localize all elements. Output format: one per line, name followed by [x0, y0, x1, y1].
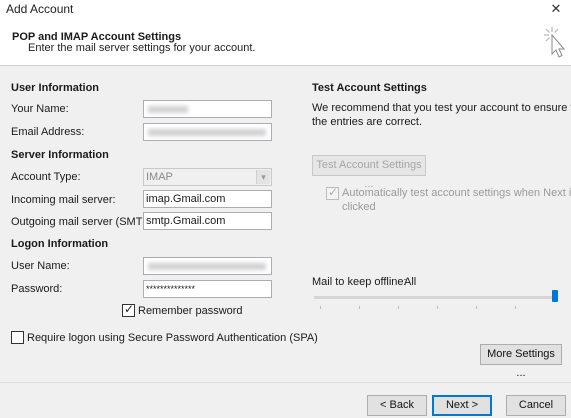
logon-info-title: Logon Information [11, 238, 109, 250]
slider-tick [359, 306, 360, 309]
footer-divider [0, 382, 571, 383]
spa-checkbox[interactable] [11, 331, 24, 344]
slider-tick [398, 306, 399, 309]
more-settings-button[interactable]: More Settings ... [480, 344, 562, 379]
offline-value: All [404, 276, 417, 288]
offline-slider-thumb[interactable] [552, 290, 558, 302]
auto-test-label-line2: clicked [342, 201, 376, 213]
slider-tick [476, 306, 477, 309]
offline-label: Mail to keep offline: [312, 276, 407, 288]
email-label: Email Address: [11, 126, 85, 138]
your-name-field[interactable] [143, 100, 272, 118]
auto-test-checkbox[interactable] [326, 185, 339, 200]
username-field[interactable] [143, 257, 272, 275]
test-settings-title: Test Account Settings [312, 82, 427, 94]
back-button[interactable]: < Back [367, 395, 427, 416]
remember-password-checkbox[interactable] [122, 302, 135, 317]
wizard-header: POP and IMAP Account Settings Enter the … [0, 19, 571, 66]
slider-tick [437, 306, 438, 309]
page-subtitle: Enter the mail server settings for your … [28, 42, 256, 54]
password-label: Password: [11, 283, 63, 295]
close-icon[interactable]: ✕ [549, 0, 563, 18]
outgoing-server-label: Outgoing mail server (SMTP): [11, 216, 157, 228]
slider-tick [320, 306, 321, 309]
spa-label[interactable]: Require logon using Secure Password Auth… [27, 332, 318, 344]
account-type-value: IMAP [146, 171, 173, 183]
password-field[interactable]: ************** [143, 280, 272, 298]
account-type-select[interactable]: IMAP ▾ [143, 168, 272, 186]
next-button[interactable]: Next > [432, 395, 492, 416]
remember-password-label[interactable]: Remember password [138, 305, 243, 317]
window-title: Add Account [6, 2, 74, 16]
wizard-cursor-icon [544, 27, 566, 58]
outgoing-server-field[interactable]: smtp.Gmail.com [143, 212, 272, 230]
email-field[interactable] [143, 123, 272, 141]
user-info-title: User Information [11, 82, 100, 94]
test-description-line2: the entries are correct. [312, 116, 423, 128]
account-type-label: Account Type: [11, 171, 81, 183]
auto-test-label-line1: Automatically test account settings when… [342, 187, 571, 199]
incoming-server-field[interactable]: imap.Gmail.com [143, 190, 272, 208]
test-description-line1: We recommend that you test your account … [312, 102, 571, 114]
cancel-button[interactable]: Cancel [506, 395, 566, 416]
offline-slider-track[interactable] [314, 296, 558, 299]
title-bar: Add Account ✕ [0, 0, 571, 19]
server-info-title: Server Information [11, 149, 109, 161]
your-name-label: Your Name: [11, 103, 69, 115]
chevron-down-icon: ▾ [256, 170, 270, 184]
incoming-server-label: Incoming mail server: [11, 194, 116, 206]
slider-tick [515, 306, 516, 309]
test-account-settings-button[interactable]: Test Account Settings ... [312, 155, 426, 190]
username-label: User Name: [11, 260, 70, 272]
